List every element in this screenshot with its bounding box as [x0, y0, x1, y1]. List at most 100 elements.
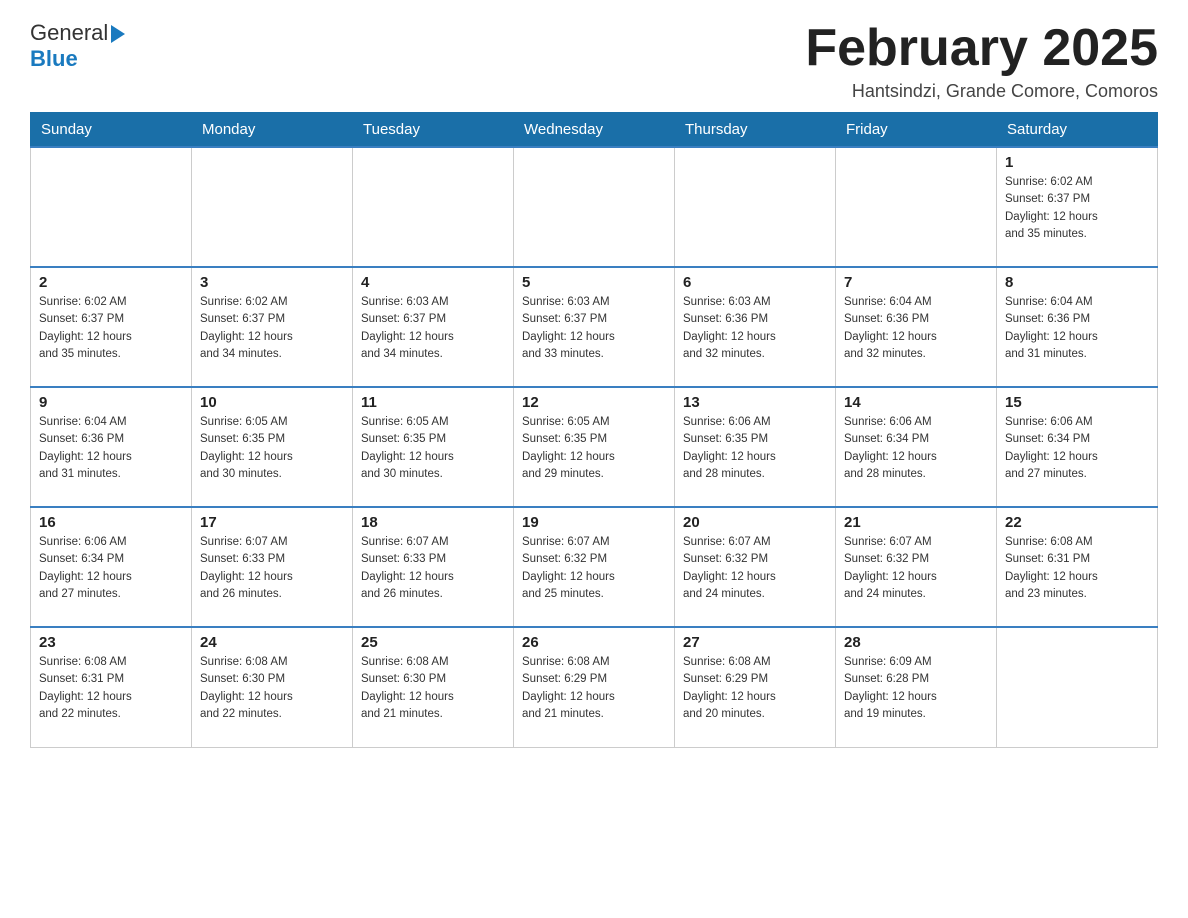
location-subtitle: Hantsindzi, Grande Comore, Comoros — [805, 81, 1158, 102]
day-number: 26 — [522, 634, 666, 651]
day-number: 24 — [200, 634, 344, 651]
day-number: 11 — [361, 394, 505, 411]
day-number: 2 — [39, 274, 183, 291]
calendar-week-row: 23Sunrise: 6:08 AM Sunset: 6:31 PM Dayli… — [31, 627, 1158, 747]
calendar-cell: 3 Sunrise: 6:02 AM Sunset: 6:37 PM Daylig… — [192, 267, 353, 387]
day-number: 21 — [844, 514, 988, 531]
calendar-week-row: 16 Sunrise: 6:06 AM Sunset: 6:34 PM Dayli… — [31, 507, 1158, 627]
day-info: Sunrise: 6:05 AM Sunset: 6:35 PM Dayligh… — [200, 414, 344, 483]
calendar-cell — [836, 147, 997, 267]
calendar-cell — [31, 147, 192, 267]
calendar-cell: 14 Sunrise: 6:06 AM Sunset: 6:34 PM Dayli… — [836, 387, 997, 507]
day-info: Sunrise: 6:06 AM Sunset: 6:34 PM Dayligh… — [844, 414, 988, 483]
calendar-cell — [353, 147, 514, 267]
day-info: Sunrise: 6:06 AM Sunset: 6:35 PM Dayligh… — [683, 414, 827, 483]
calendar-cell: 27 Sunrise: 6:08 AM Sunset: 6:29 PM Dayli… — [675, 627, 836, 747]
day-info: Sunrise: 6:05 AM Sunset: 6:35 PM Dayligh… — [522, 414, 666, 483]
calendar-cell: 15 Sunrise: 6:06 AM Sunset: 6:34 PM Dayli… — [997, 387, 1158, 507]
day-info: Sunrise: 6:02 AM Sunset: 6:37 PM Dayligh… — [200, 294, 344, 363]
day-info: Sunrise: 6:04 AM Sunset: 6:36 PM Dayligh… — [844, 294, 988, 363]
day-number: 27 — [683, 634, 827, 651]
day-number: 9 — [39, 394, 183, 411]
calendar-cell — [514, 147, 675, 267]
day-number: 18 — [361, 514, 505, 531]
calendar-header-row: SundayMondayTuesdayWednesdayThursdayFrid… — [31, 113, 1158, 148]
calendar-cell: 20 Sunrise: 6:07 AM Sunset: 6:32 PM Dayli… — [675, 507, 836, 627]
calendar-cell: 26 Sunrise: 6:08 AM Sunset: 6:29 PM Dayli… — [514, 627, 675, 747]
calendar-cell — [997, 627, 1158, 747]
calendar-cell — [675, 147, 836, 267]
day-info: Sunrise: 6:08 AM Sunset: 6:29 PM Dayligh… — [683, 654, 827, 723]
day-info: Sunrise: 6:08 AM Sunset: 6:30 PM Dayligh… — [361, 654, 505, 723]
calendar-table: SundayMondayTuesdayWednesdayThursdayFrid… — [30, 112, 1158, 748]
day-number: 3 — [200, 274, 344, 291]
logo-arrow-icon — [111, 25, 125, 43]
calendar-cell: 7 Sunrise: 6:04 AM Sunset: 6:36 PM Daylig… — [836, 267, 997, 387]
day-of-week-header: Thursday — [675, 113, 836, 148]
month-title: February 2025 — [805, 20, 1158, 77]
day-info: Sunrise: 6:04 AM Sunset: 6:36 PM Dayligh… — [1005, 294, 1149, 363]
calendar-cell: 19 Sunrise: 6:07 AM Sunset: 6:32 PM Dayli… — [514, 507, 675, 627]
day-info: Sunrise: 6:08 AM Sunset: 6:31 PM Dayligh… — [1005, 534, 1149, 603]
day-info: Sunrise: 6:02 AM Sunset: 6:37 PM Dayligh… — [39, 294, 183, 363]
day-number: 15 — [1005, 394, 1149, 411]
calendar-cell: 16 Sunrise: 6:06 AM Sunset: 6:34 PM Dayli… — [31, 507, 192, 627]
day-number: 1 — [1005, 154, 1149, 171]
day-number: 19 — [522, 514, 666, 531]
calendar-cell: 21 Sunrise: 6:07 AM Sunset: 6:32 PM Dayli… — [836, 507, 997, 627]
calendar-cell: 4Sunrise: 6:03 AM Sunset: 6:37 PM Daylig… — [353, 267, 514, 387]
calendar-cell: 22 Sunrise: 6:08 AM Sunset: 6:31 PM Dayli… — [997, 507, 1158, 627]
day-of-week-header: Saturday — [997, 113, 1158, 148]
day-info: Sunrise: 6:08 AM Sunset: 6:30 PM Dayligh… — [200, 654, 344, 723]
logo-text-blue: Blue — [30, 46, 125, 72]
day-info: Sunrise: 6:09 AM Sunset: 6:28 PM Dayligh… — [844, 654, 988, 723]
day-info: Sunrise: 6:06 AM Sunset: 6:34 PM Dayligh… — [1005, 414, 1149, 483]
day-info: Sunrise: 6:08 AM Sunset: 6:29 PM Dayligh… — [522, 654, 666, 723]
day-info: Sunrise: 6:07 AM Sunset: 6:32 PM Dayligh… — [522, 534, 666, 603]
day-number: 25 — [361, 634, 505, 651]
day-info: Sunrise: 6:04 AM Sunset: 6:36 PM Dayligh… — [39, 414, 183, 483]
day-info: Sunrise: 6:07 AM Sunset: 6:33 PM Dayligh… — [200, 534, 344, 603]
calendar-cell: 23Sunrise: 6:08 AM Sunset: 6:31 PM Dayli… — [31, 627, 192, 747]
day-info: Sunrise: 6:03 AM Sunset: 6:37 PM Dayligh… — [522, 294, 666, 363]
day-info: Sunrise: 6:08 AM Sunset: 6:31 PM Dayligh… — [39, 654, 183, 723]
day-of-week-header: Sunday — [31, 113, 192, 148]
day-number: 5 — [522, 274, 666, 291]
calendar-cell: 9 Sunrise: 6:04 AM Sunset: 6:36 PM Daylig… — [31, 387, 192, 507]
day-number: 28 — [844, 634, 988, 651]
day-of-week-header: Tuesday — [353, 113, 514, 148]
day-number: 6 — [683, 274, 827, 291]
day-number: 12 — [522, 394, 666, 411]
calendar-cell: 18 Sunrise: 6:07 AM Sunset: 6:33 PM Dayli… — [353, 507, 514, 627]
day-info: Sunrise: 6:03 AM Sunset: 6:36 PM Dayligh… — [683, 294, 827, 363]
day-of-week-header: Wednesday — [514, 113, 675, 148]
day-info: Sunrise: 6:02 AM Sunset: 6:37 PM Dayligh… — [1005, 174, 1149, 243]
day-number: 20 — [683, 514, 827, 531]
day-number: 8 — [1005, 274, 1149, 291]
day-number: 22 — [1005, 514, 1149, 531]
day-info: Sunrise: 6:07 AM Sunset: 6:32 PM Dayligh… — [844, 534, 988, 603]
day-number: 7 — [844, 274, 988, 291]
calendar-cell: 12 Sunrise: 6:05 AM Sunset: 6:35 PM Dayli… — [514, 387, 675, 507]
logo-text-general: General — [30, 20, 108, 46]
day-number: 14 — [844, 394, 988, 411]
day-info: Sunrise: 6:05 AM Sunset: 6:35 PM Dayligh… — [361, 414, 505, 483]
day-of-week-header: Monday — [192, 113, 353, 148]
day-info: Sunrise: 6:07 AM Sunset: 6:33 PM Dayligh… — [361, 534, 505, 603]
calendar-cell: 10Sunrise: 6:05 AM Sunset: 6:35 PM Dayli… — [192, 387, 353, 507]
calendar-week-row: 9 Sunrise: 6:04 AM Sunset: 6:36 PM Daylig… — [31, 387, 1158, 507]
day-info: Sunrise: 6:06 AM Sunset: 6:34 PM Dayligh… — [39, 534, 183, 603]
calendar-cell: 17 Sunrise: 6:07 AM Sunset: 6:33 PM Dayli… — [192, 507, 353, 627]
day-number: 17 — [200, 514, 344, 531]
day-number: 16 — [39, 514, 183, 531]
day-number: 4 — [361, 274, 505, 291]
calendar-cell: 24 Sunrise: 6:08 AM Sunset: 6:30 PM Dayli… — [192, 627, 353, 747]
calendar-cell: 28 Sunrise: 6:09 AM Sunset: 6:28 PM Dayli… — [836, 627, 997, 747]
calendar-cell — [192, 147, 353, 267]
day-number: 13 — [683, 394, 827, 411]
calendar-cell: 8 Sunrise: 6:04 AM Sunset: 6:36 PM Daylig… — [997, 267, 1158, 387]
calendar-week-row: 1 Sunrise: 6:02 AM Sunset: 6:37 PM Daylig… — [31, 147, 1158, 267]
page-header: General Blue February 2025 Hantsindzi, G… — [30, 20, 1158, 102]
calendar-week-row: 2 Sunrise: 6:02 AM Sunset: 6:37 PM Daylig… — [31, 267, 1158, 387]
day-info: Sunrise: 6:07 AM Sunset: 6:32 PM Dayligh… — [683, 534, 827, 603]
